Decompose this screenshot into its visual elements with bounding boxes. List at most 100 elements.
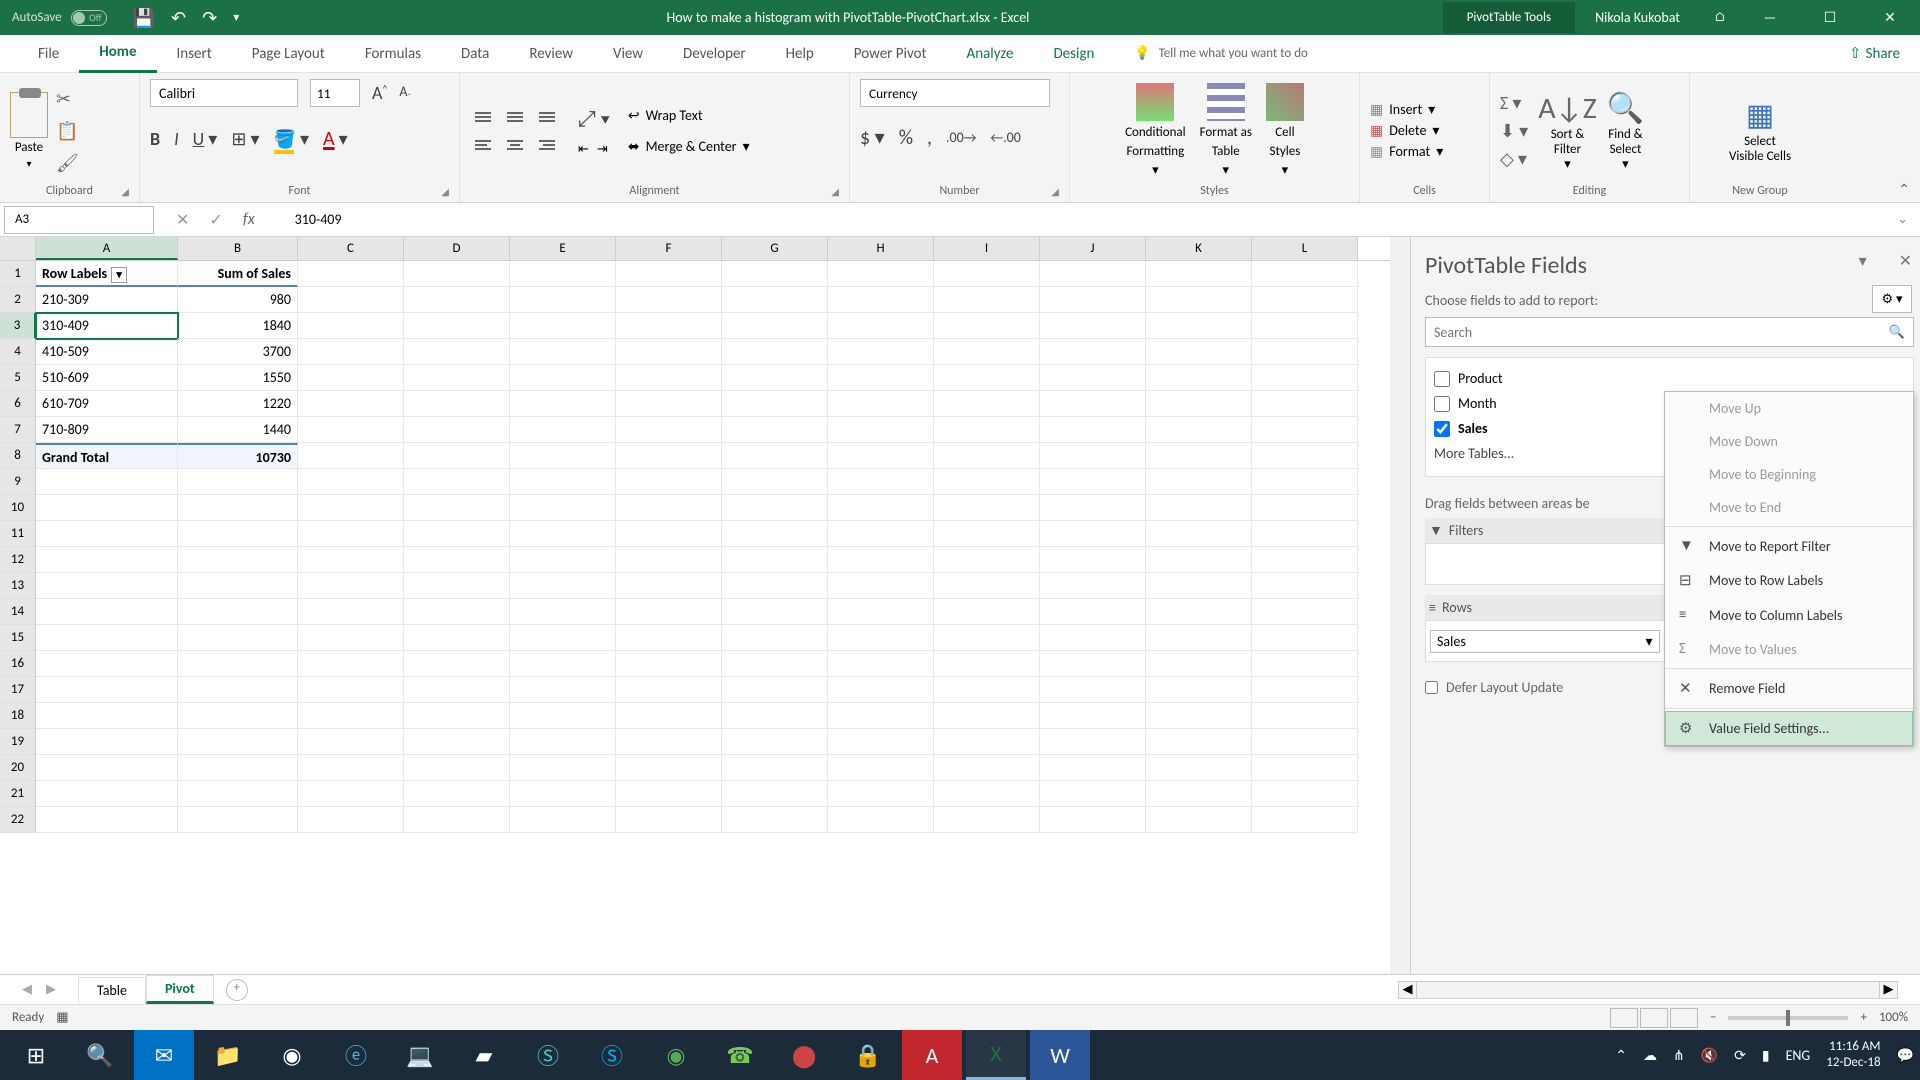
cell[interactable] (1146, 781, 1252, 807)
cell[interactable] (1146, 573, 1252, 599)
cell[interactable]: 710-809 (36, 417, 178, 443)
cell[interactable] (1040, 781, 1146, 807)
close-button[interactable]: ✕ (1860, 0, 1920, 35)
cell[interactable] (1252, 339, 1358, 365)
cell[interactable] (36, 547, 178, 573)
cell[interactable] (404, 625, 510, 651)
viber-icon[interactable]: ☎ (710, 1030, 770, 1080)
tell-me-search[interactable]: 💡 Tell me what you want to do (1134, 46, 1308, 61)
cell[interactable] (616, 651, 722, 677)
redo-icon[interactable]: ↷ (202, 7, 217, 29)
cell[interactable] (404, 469, 510, 495)
cell[interactable] (178, 755, 298, 781)
cell[interactable] (722, 625, 828, 651)
cell[interactable] (178, 677, 298, 703)
cell[interactable] (404, 365, 510, 391)
cell[interactable] (1146, 625, 1252, 651)
row-header[interactable]: 21 (0, 781, 36, 807)
cell[interactable] (616, 703, 722, 729)
cell[interactable] (510, 261, 616, 287)
cell[interactable] (934, 677, 1040, 703)
cell[interactable] (404, 261, 510, 287)
cell[interactable] (722, 729, 828, 755)
fx-icon[interactable]: fx (243, 210, 255, 230)
italic-button[interactable]: I (174, 128, 179, 150)
align-right-icon[interactable] (534, 133, 560, 157)
cell[interactable] (722, 781, 828, 807)
start-button[interactable]: ⊞ (6, 1030, 66, 1080)
cell[interactable] (722, 339, 828, 365)
cell[interactable] (934, 729, 1040, 755)
word-icon[interactable]: W (1030, 1030, 1090, 1080)
cell[interactable] (722, 755, 828, 781)
sync-icon[interactable]: ⟳ (1734, 1047, 1746, 1064)
increase-decimal-icon[interactable]: .00→ (946, 129, 976, 146)
cell[interactable]: Row Labels▾ (36, 261, 178, 287)
cell[interactable] (934, 651, 1040, 677)
cell[interactable] (404, 807, 510, 833)
row-header[interactable]: 9 (0, 469, 36, 495)
skype-icon[interactable]: Ⓢ (582, 1030, 642, 1080)
cell[interactable] (178, 807, 298, 833)
normal-view-icon[interactable] (1610, 1008, 1638, 1028)
align-middle-icon[interactable] (502, 105, 528, 129)
cell[interactable] (1040, 677, 1146, 703)
dialog-launcher-icon[interactable]: ◢ (121, 185, 129, 198)
cell[interactable] (298, 521, 404, 547)
cell[interactable] (1040, 365, 1146, 391)
signed-in-user[interactable]: Nikola Kukobat (1575, 9, 1700, 26)
cell[interactable] (1252, 417, 1358, 443)
number-format-select[interactable] (860, 79, 1050, 107)
cell[interactable] (1040, 391, 1146, 417)
cell[interactable] (510, 703, 616, 729)
format-painter-icon[interactable]: 🖌 (56, 152, 79, 174)
row-labels-filter-icon[interactable]: ▾ (111, 267, 127, 283)
cell[interactable] (934, 391, 1040, 417)
cell[interactable] (36, 703, 178, 729)
cell[interactable] (828, 417, 934, 443)
cell[interactable] (1040, 469, 1146, 495)
cell[interactable] (510, 495, 616, 521)
clock[interactable]: 11:16 AM 12-Dec-18 (1826, 1039, 1880, 1070)
macro-record-icon[interactable]: ▦ (56, 1010, 68, 1025)
cell[interactable] (1252, 781, 1358, 807)
formula-input[interactable]: 310-409 (269, 211, 1885, 228)
comma-format-icon[interactable]: , (927, 126, 932, 150)
merge-center-button[interactable]: ⬌Merge & Center ▾ (628, 138, 750, 155)
increase-font-icon[interactable]: A^ (372, 82, 387, 104)
cell[interactable] (510, 755, 616, 781)
tab-data[interactable]: Data (441, 35, 509, 73)
cell[interactable] (36, 677, 178, 703)
cell[interactable] (1252, 729, 1358, 755)
cell[interactable]: 410-509 (36, 339, 178, 365)
col-header-b[interactable]: B (178, 237, 298, 260)
cell[interactable] (298, 469, 404, 495)
toggle-off-icon[interactable]: Off (71, 10, 107, 26)
cell[interactable] (36, 469, 178, 495)
cell[interactable] (722, 521, 828, 547)
col-header[interactable]: G (722, 237, 828, 260)
col-header[interactable]: J (1040, 237, 1146, 260)
cell[interactable] (828, 287, 934, 313)
cell[interactable] (616, 391, 722, 417)
cell[interactable] (1040, 599, 1146, 625)
col-header-a[interactable]: A (36, 237, 178, 260)
next-sheet-icon[interactable]: ▶ (46, 982, 56, 997)
cell[interactable] (828, 547, 934, 573)
cell[interactable] (934, 781, 1040, 807)
cell[interactable] (36, 599, 178, 625)
cell[interactable] (934, 469, 1040, 495)
cell[interactable] (934, 573, 1040, 599)
decrease-font-icon[interactable]: Aˇ (399, 83, 411, 103)
cell[interactable]: 980 (178, 287, 298, 313)
align-center-icon[interactable] (502, 133, 528, 157)
cell[interactable] (1252, 755, 1358, 781)
cell[interactable] (616, 469, 722, 495)
cell[interactable] (616, 417, 722, 443)
cell[interactable] (36, 573, 178, 599)
format-as-table-button[interactable]: Format asTable ▾ (1200, 83, 1252, 178)
cell[interactable]: 10730 (178, 443, 298, 469)
underline-button[interactable]: U ▾ (193, 128, 218, 150)
tab-formulas[interactable]: Formulas (345, 35, 441, 73)
accept-formula-icon[interactable]: ✓ (209, 210, 222, 230)
